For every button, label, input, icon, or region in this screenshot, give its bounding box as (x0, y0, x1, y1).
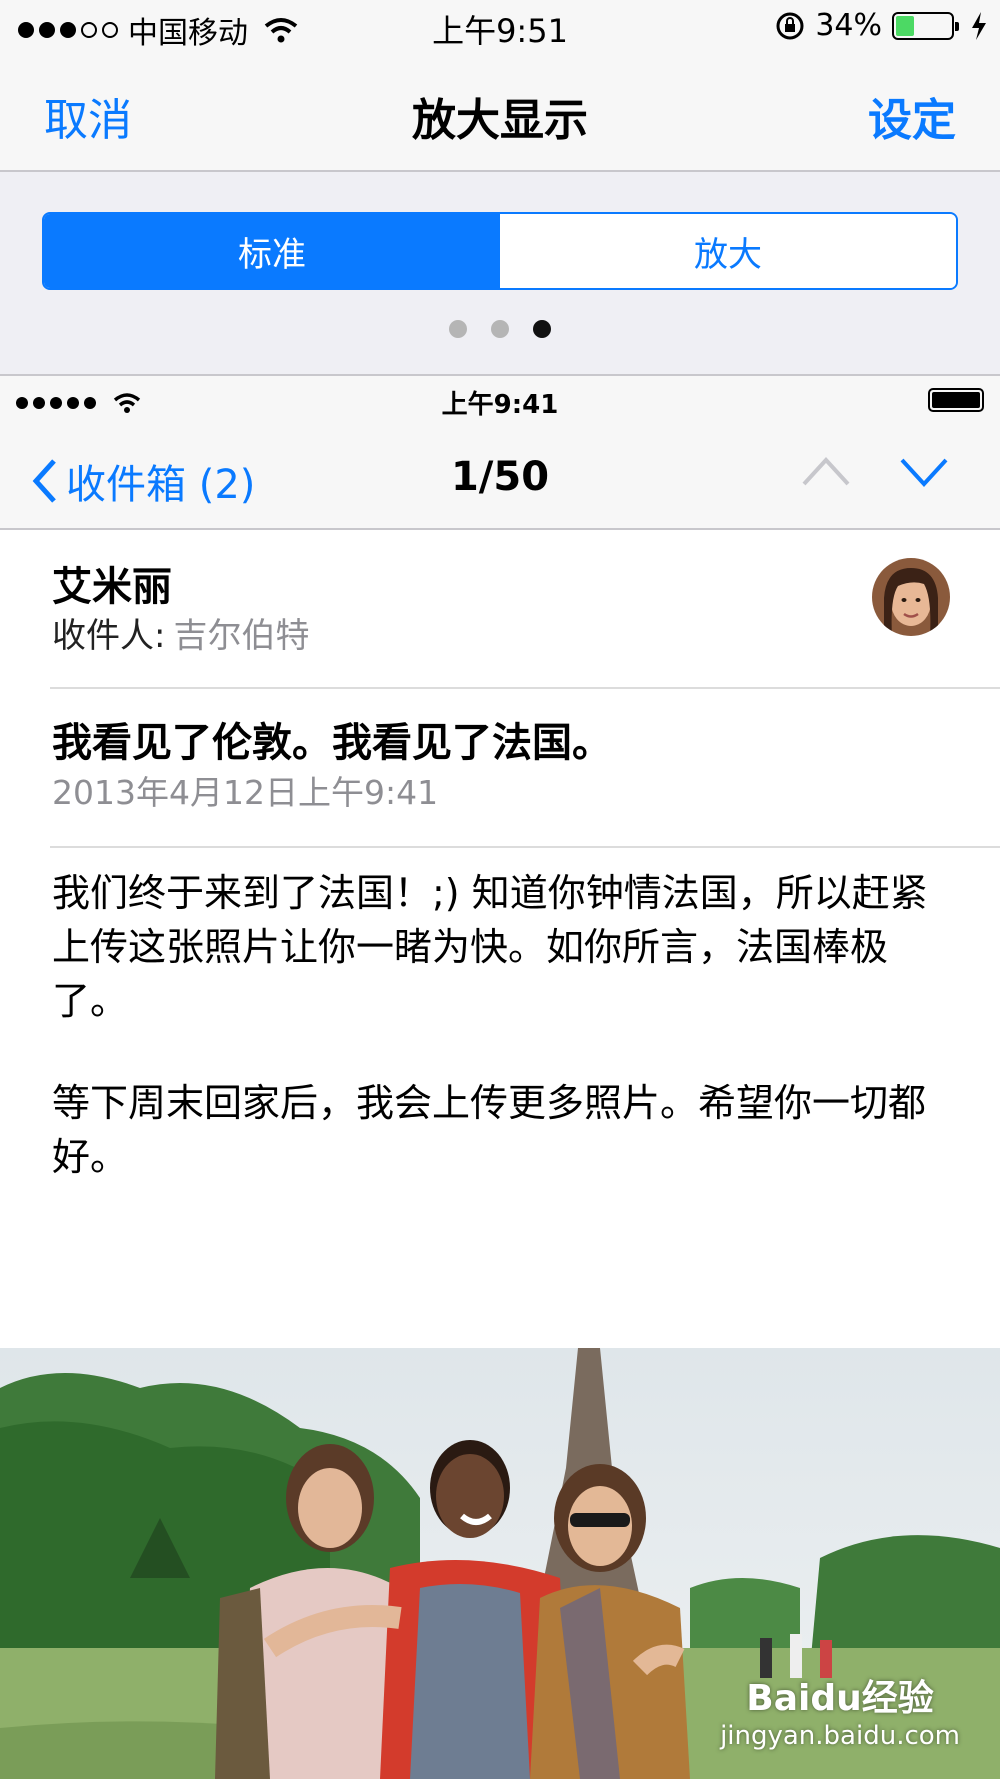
set-button[interactable]: 设定 (868, 84, 956, 148)
page-dot (491, 320, 509, 338)
view-mode-area: 标准 放大 (0, 172, 1000, 376)
divider (50, 846, 1000, 848)
battery-percent: 34% (815, 8, 882, 43)
mail-date: 2013年4月12日上午9:41 (52, 773, 439, 812)
sender-avatar[interactable] (872, 558, 950, 636)
preview-status-bar: 上午9:41 (0, 376, 1000, 426)
watermark-logo-text: Baidu经验 (746, 1678, 934, 1719)
page-dot (449, 320, 467, 338)
sender-name: 艾米丽 (52, 564, 172, 610)
to-value[interactable]: 吉尔伯特 (173, 608, 309, 657)
chevron-up-icon[interactable] (800, 454, 852, 490)
charging-bolt-icon (972, 11, 986, 40)
recipient-row: 收件人: 吉尔伯特 (52, 608, 309, 657)
mail-nav-bar: 收件箱 (2) 1/50 (0, 426, 1000, 530)
outer-status-right: 34% (775, 8, 988, 43)
segment-standard[interactable]: 标准 (44, 214, 500, 288)
battery-icon (892, 11, 959, 40)
watermark-url: jingyan.baidu.com (720, 1721, 960, 1751)
chevron-down-icon[interactable] (898, 454, 950, 490)
segment-zoomed[interactable]: 放大 (500, 214, 956, 288)
preview-battery-icon (928, 388, 984, 412)
zoom-settings-nav-bar: 取消 放大显示 设定 (0, 54, 1000, 172)
mail-subject: 我看见了伦敦。我看见了法国。 (52, 720, 612, 766)
mail-body-paragraph: 我们终于来到了法国！;) 知道你钟情法国，所以赶紧上传这张照片让你一睹为快。如你… (52, 871, 928, 1023)
mail-body-paragraph: 等下周末回家后，我会上传更多照片。希望你一切都好。 (52, 1081, 927, 1179)
mail-content: 艾米丽 收件人: 吉尔伯特 我看见了伦敦。我看见了法国。 2013年4月12日上… (0, 530, 1000, 1350)
view-mode-segmented-control: 标准 放大 (42, 212, 958, 290)
preview-clock: 上午9:41 (441, 390, 559, 420)
page-dot-current (533, 320, 551, 338)
baidu-jingyan-watermark: Baidu经验 jingyan.baidu.com (720, 1669, 960, 1751)
outer-status-bar: 中国移动 上午9:51 34% (0, 0, 1000, 54)
attached-photo[interactable]: Baidu经验 jingyan.baidu.com (0, 1348, 1000, 1779)
rotation-lock-icon (776, 12, 804, 39)
page-title: 放大显示 (412, 95, 588, 146)
divider (50, 687, 1000, 689)
page-indicator[interactable] (0, 320, 1000, 338)
to-label: 收件人: (52, 616, 166, 656)
